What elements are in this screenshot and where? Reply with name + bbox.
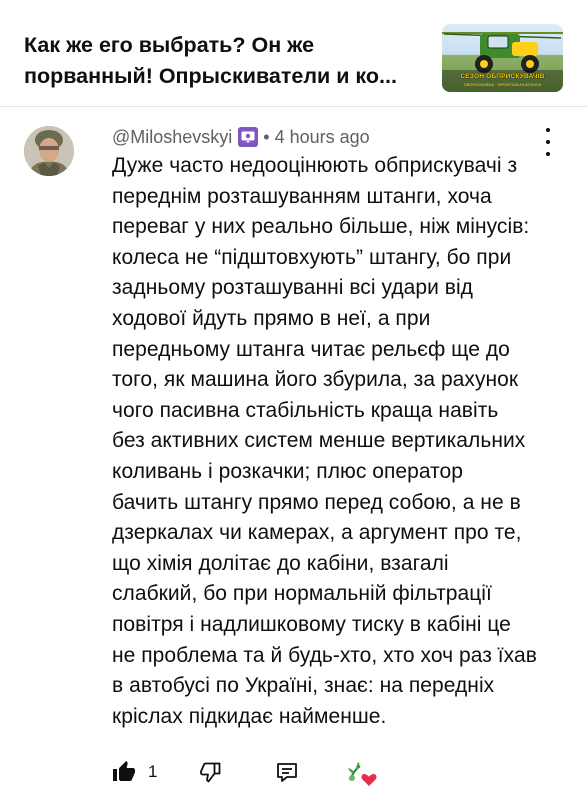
reply-button[interactable] [275,760,299,784]
reply-comment-icon [277,763,297,782]
thumbnail-caption: СЕЗОН ОБПРИСКУВАЧІВ [460,73,545,80]
avatar-image [24,126,74,176]
creator-heart-icon [348,762,377,786]
like-count: 1 [148,762,158,781]
creator-heart [344,758,378,788]
thumbs-up-filled-icon [113,761,135,781]
video-header[interactable]: Как же его выбрать? Он же порванный! Опр… [0,0,587,106]
comment-time[interactable]: 4 hours ago [275,127,370,148]
dislike-button[interactable] [199,760,223,784]
author-avatar[interactable] [24,126,74,176]
comment-actions: 1 [112,760,387,788]
like-button[interactable]: 1 [112,760,157,784]
thumbnail-subcaption: ОБПРИСКУВАЧІ · ФРОНТАЛЬНІ ШТАНГИ [463,82,542,87]
thumbs-down-icon [200,762,221,783]
comment-text: Дуже часто недооцінюють обприскувачі з п… [112,154,537,728]
header-divider [0,106,587,107]
comment-meta: @Miloshevskyi • 4 hours ago [112,125,370,149]
video-thumbnail[interactable]: СЕЗОН ОБПРИСКУВАЧІВ ОБПРИСКУВАЧІ · ФРОНТ… [442,24,563,92]
member-badge-icon [238,127,259,147]
video-title[interactable]: Как же его выбрать? Он же порванный! Опр… [24,30,429,92]
meta-separator: • [263,126,270,147]
comment-author[interactable]: @Miloshevskyi [112,127,232,148]
